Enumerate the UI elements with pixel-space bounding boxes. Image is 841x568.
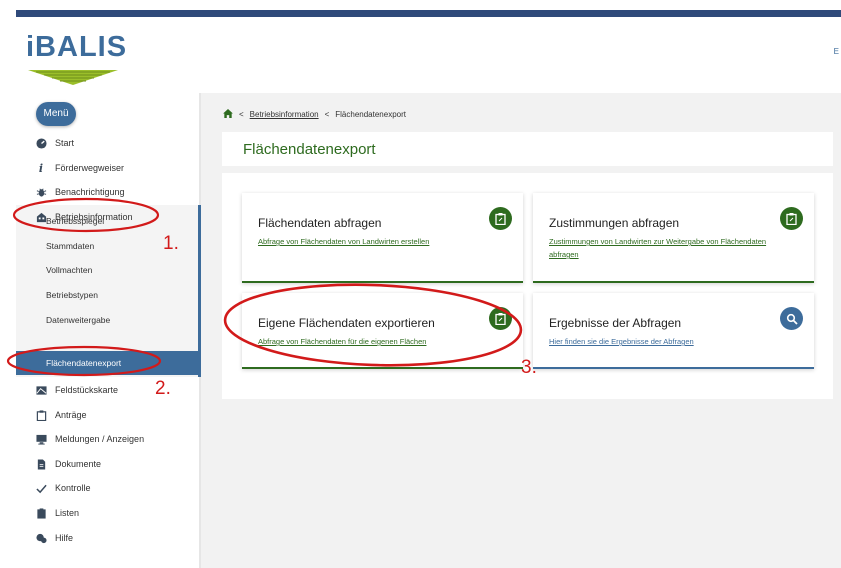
annotation-circle-2 bbox=[6, 345, 162, 377]
annotation-overlay bbox=[6, 197, 523, 377]
annotation-step-1: 1. bbox=[163, 233, 179, 254]
annotation-step-2: 2. bbox=[155, 378, 171, 399]
annotation-step-3: 3. bbox=[521, 357, 537, 378]
annotation-circle-1 bbox=[12, 197, 160, 233]
annotation-circle-3 bbox=[223, 283, 523, 367]
